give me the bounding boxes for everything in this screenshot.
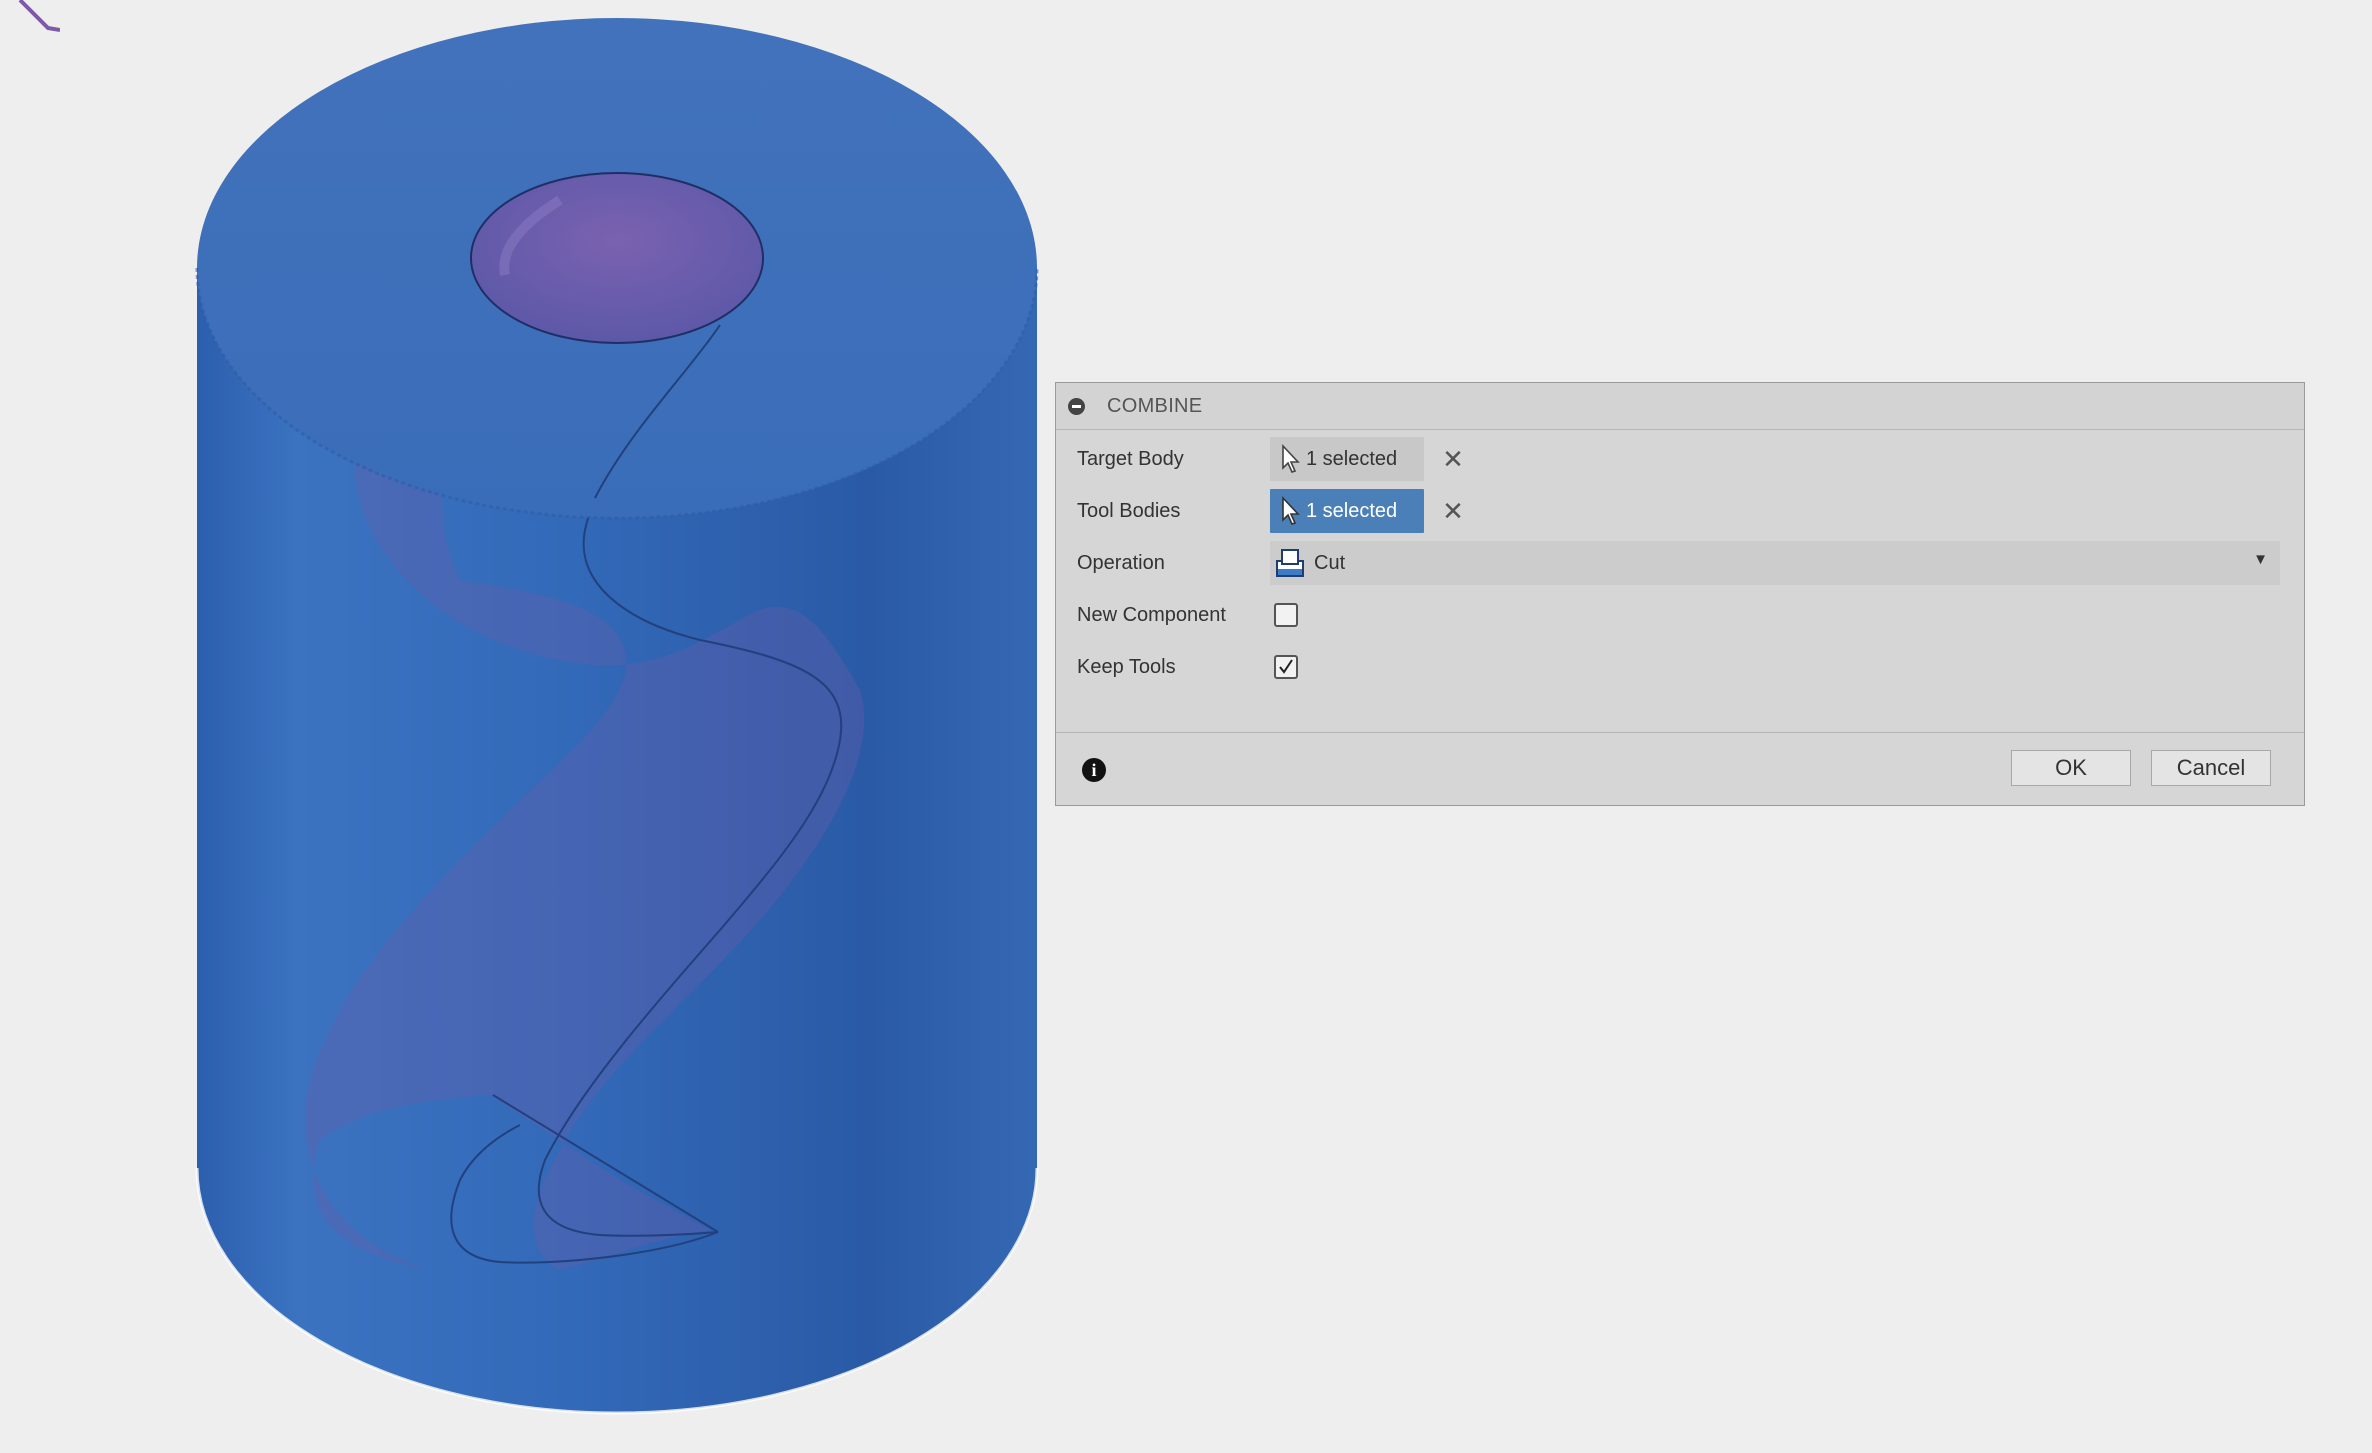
- dialog-header: COMBINE: [1056, 383, 2304, 430]
- target-body-value: 1 selected: [1306, 447, 1398, 470]
- operation-label: Operation: [1077, 551, 1165, 574]
- operation-dropdown[interactable]: Cut ▼: [1270, 541, 2280, 585]
- operation-value: Cut: [1314, 551, 1346, 574]
- target-body-row: Target Body 1 selected ✕: [1056, 434, 2304, 484]
- combine-dialog: COMBINE Target Body 1 selected ✕ Tool Bo…: [1055, 382, 2305, 806]
- keep-tools-label: Keep Tools: [1077, 655, 1176, 678]
- operation-row: Operation Cut ▼: [1056, 538, 2304, 588]
- target-body-clear-icon[interactable]: ✕: [1438, 444, 1468, 474]
- cursor-select-icon: [1280, 444, 1302, 474]
- target-body-label: Target Body: [1077, 447, 1184, 470]
- tool-bodies-row: Tool Bodies 1 selected ✕: [1056, 486, 2304, 536]
- collapse-icon[interactable]: [1068, 397, 1085, 415]
- keep-tools-row: Keep Tools: [1056, 642, 2304, 692]
- ok-button[interactable]: OK: [2011, 750, 2131, 786]
- tool-bodies-select-button[interactable]: 1 selected: [1270, 489, 1424, 533]
- dialog-title: COMBINE: [1107, 394, 1203, 417]
- hole-opening: [470, 172, 764, 344]
- cursor-select-icon: [1280, 496, 1302, 526]
- cancel-button[interactable]: Cancel: [2151, 750, 2271, 786]
- info-icon[interactable]: i: [1082, 758, 1106, 782]
- new-component-row: New Component: [1056, 590, 2304, 640]
- target-body-select-button[interactable]: 1 selected: [1270, 437, 1424, 481]
- keep-tools-checkbox[interactable]: [1274, 655, 1298, 679]
- view-cube-icon[interactable]: [0, 0, 60, 40]
- tool-bodies-label: Tool Bodies: [1077, 499, 1181, 522]
- dropdown-arrow-icon: ▼: [2253, 551, 2268, 568]
- checkmark-icon: [1279, 659, 1293, 674]
- tool-bodies-clear-icon[interactable]: ✕: [1438, 496, 1468, 526]
- dialog-footer: i OK Cancel: [1056, 732, 2304, 805]
- new-component-checkbox[interactable]: [1274, 603, 1298, 627]
- tool-bodies-value: 1 selected: [1306, 499, 1398, 522]
- new-component-label: New Component: [1077, 603, 1226, 626]
- cut-operation-icon: [1274, 547, 1306, 579]
